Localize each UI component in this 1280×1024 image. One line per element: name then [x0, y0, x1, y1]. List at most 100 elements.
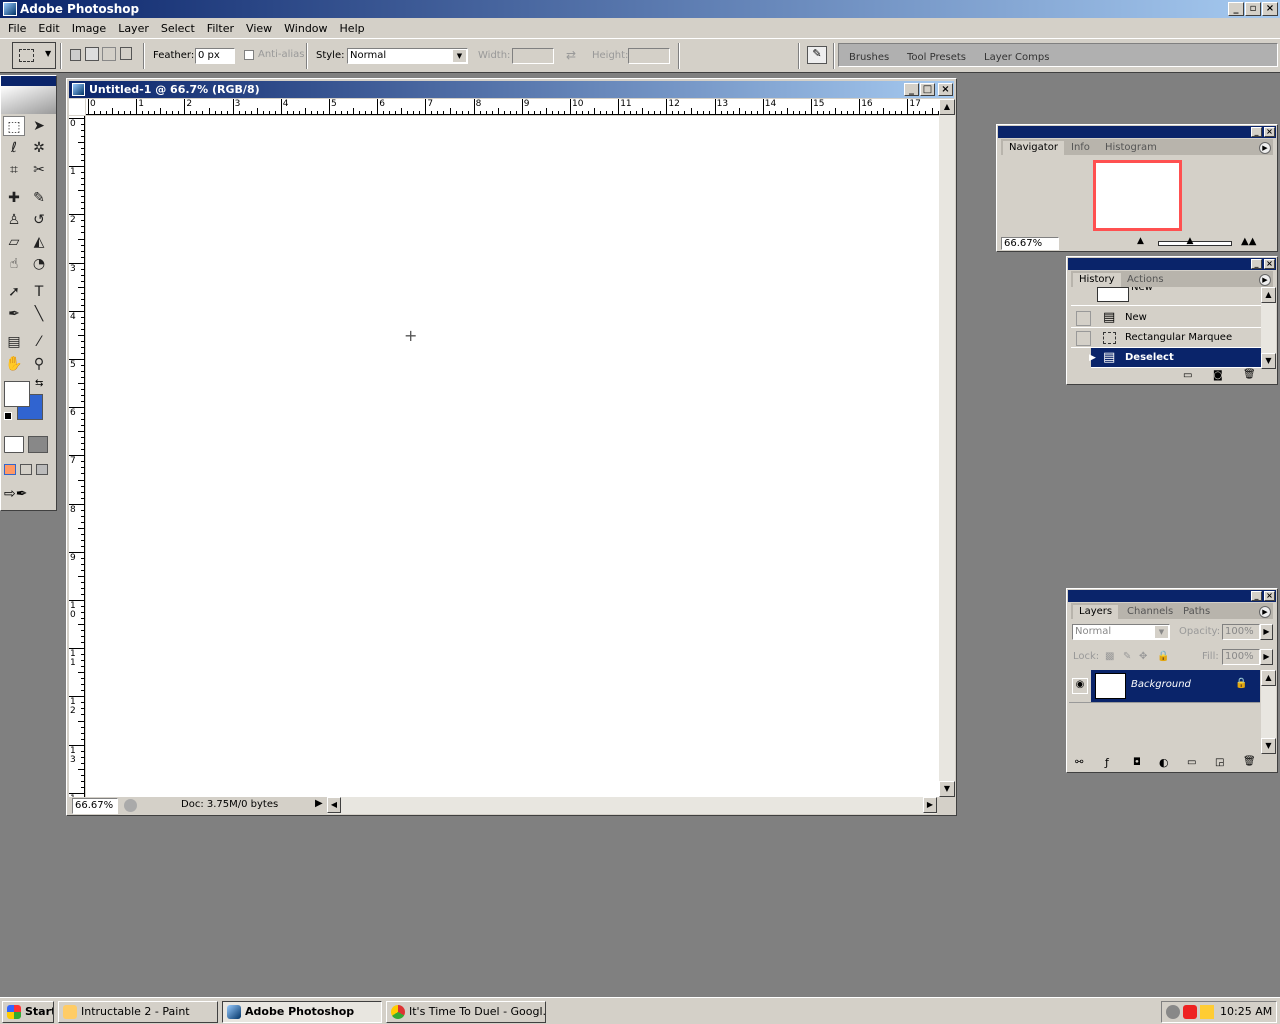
- hand-tool-icon[interactable]: ✋: [3, 354, 25, 374]
- intersect-selection-icon[interactable]: [120, 47, 132, 60]
- foreground-color-swatch[interactable]: [4, 381, 30, 407]
- doc-close-button[interactable]: ×: [938, 83, 953, 96]
- menu-view[interactable]: View: [240, 22, 278, 35]
- new-document-from-state-icon[interactable]: ▭: [1183, 370, 1192, 381]
- vertical-scrollbar[interactable]: ▲ ▼: [939, 99, 955, 797]
- tab-history[interactable]: History: [1073, 273, 1121, 287]
- panel-close-button[interactable]: ×: [1264, 127, 1275, 137]
- opacity-input[interactable]: 100%: [1222, 624, 1260, 640]
- tray-antivirus-icon[interactable]: [1183, 1005, 1197, 1019]
- zoom-tool-icon[interactable]: ⚲: [28, 354, 50, 374]
- clock[interactable]: 10:25 AM: [1220, 1005, 1272, 1018]
- scroll-up-button[interactable]: ▲: [939, 99, 955, 115]
- menu-layer[interactable]: Layer: [112, 22, 155, 35]
- restore-button[interactable]: ▫: [1245, 2, 1261, 16]
- ruler-origin[interactable]: [69, 99, 85, 115]
- zoom-slider-thumb[interactable]: ▲: [1187, 236, 1194, 246]
- vertical-ruler[interactable]: 01234567891011121314: [69, 116, 85, 797]
- scroll-down-button[interactable]: ▼: [1261, 353, 1276, 369]
- taskbar-item[interactable]: Intructable 2 - Paint: [58, 1001, 218, 1023]
- default-colors-icon[interactable]: [4, 412, 12, 420]
- new-layer-icon[interactable]: ◲: [1215, 757, 1224, 768]
- tray-network-icon[interactable]: [1166, 1005, 1180, 1019]
- well-tab-brushes[interactable]: Brushes: [849, 52, 889, 63]
- height-input[interactable]: [628, 48, 670, 64]
- panel-close-button[interactable]: ×: [1264, 591, 1275, 601]
- full-screen-menu-icon[interactable]: [20, 464, 32, 475]
- swap-colors-icon[interactable]: ⇆: [35, 378, 43, 389]
- scroll-up-button[interactable]: ▲: [1261, 287, 1276, 303]
- swap-icon[interactable]: ⇄: [566, 47, 576, 63]
- lock-position-icon[interactable]: ✥: [1139, 649, 1147, 665]
- add-selection-icon[interactable]: [85, 47, 99, 61]
- brush-tool-icon[interactable]: ✎: [28, 188, 50, 208]
- opacity-slider-button[interactable]: ▶: [1260, 624, 1273, 640]
- standard-mode-icon[interactable]: [4, 436, 24, 453]
- standard-screen-icon[interactable]: [4, 464, 16, 475]
- doc-minimize-button[interactable]: _: [904, 83, 919, 96]
- history-snapshot[interactable]: New: [1071, 287, 1261, 306]
- style-select[interactable]: Normal ▼: [347, 48, 468, 64]
- file-browser-icon[interactable]: ✎: [807, 46, 827, 64]
- lock-transparent-icon[interactable]: ▩: [1105, 649, 1114, 665]
- tab-actions[interactable]: Actions: [1121, 273, 1170, 287]
- healing-brush-tool-icon[interactable]: ✚: [3, 188, 25, 208]
- menu-file[interactable]: File: [2, 22, 32, 35]
- panel-close-button[interactable]: ×: [1264, 259, 1275, 269]
- fill-input[interactable]: 100%: [1222, 649, 1260, 665]
- new-snapshot-icon[interactable]: ◙: [1213, 370, 1223, 381]
- start-button[interactable]: Start: [2, 1001, 54, 1023]
- tab-info[interactable]: Info: [1065, 141, 1096, 155]
- feather-logo-icon[interactable]: [1, 86, 56, 114]
- link-layers-icon[interactable]: ⚯: [1075, 757, 1083, 768]
- well-tab-tool-presets[interactable]: Tool Presets: [907, 52, 966, 63]
- panel-minimize-button[interactable]: _: [1251, 591, 1262, 601]
- horizontal-ruler[interactable]: 0 1 2 3 4 5 6 7 8 9 10 11 12 13 14 15 16 17: [86, 99, 939, 115]
- tab-navigator[interactable]: Navigator: [1003, 141, 1064, 155]
- rectangular-marquee-tool-icon[interactable]: ⬚: [3, 116, 25, 136]
- tab-paths[interactable]: Paths: [1177, 605, 1216, 619]
- tool-preset-picker[interactable]: ▼: [12, 42, 56, 69]
- panel-minimize-button[interactable]: _: [1251, 259, 1262, 269]
- navigator-view-box[interactable]: [1093, 160, 1182, 231]
- scroll-down-button[interactable]: ▼: [939, 781, 955, 797]
- menu-window[interactable]: Window: [278, 22, 333, 35]
- new-group-icon[interactable]: ▭: [1187, 757, 1196, 768]
- feather-input[interactable]: 0 px: [195, 48, 235, 64]
- antialias-checkbox[interactable]: [244, 50, 254, 60]
- slice-tool-icon[interactable]: ✂: [28, 160, 50, 180]
- lock-image-icon[interactable]: ✎: [1123, 649, 1131, 665]
- notes-tool-icon[interactable]: ▤: [3, 332, 25, 352]
- minimize-button[interactable]: _: [1228, 2, 1244, 16]
- menu-help[interactable]: Help: [334, 22, 371, 35]
- menu-image[interactable]: Image: [66, 22, 112, 35]
- well-tab-layer-comps[interactable]: Layer Comps: [984, 52, 1049, 63]
- scroll-left-button[interactable]: ◀: [327, 797, 341, 813]
- trash-icon[interactable]: 🗑: [1243, 369, 1256, 380]
- paint-bucket-tool-icon[interactable]: ◭: [28, 232, 50, 252]
- zoom-out-icon[interactable]: ▲: [1137, 236, 1144, 246]
- layer-mask-icon[interactable]: ◘: [1133, 757, 1141, 768]
- panel-menu-icon[interactable]: ▶: [1259, 274, 1271, 286]
- history-brush-tool-icon[interactable]: ↺: [28, 210, 50, 230]
- fill-slider-button[interactable]: ▶: [1260, 649, 1273, 665]
- history-item[interactable]: ▤ New: [1071, 308, 1261, 328]
- lock-all-icon[interactable]: 🔒: [1157, 649, 1169, 665]
- line-tool-icon[interactable]: ╲: [28, 304, 50, 324]
- quick-mask-icon[interactable]: [28, 436, 48, 453]
- trash-icon[interactable]: 🗑: [1243, 756, 1256, 767]
- pen-tool-icon[interactable]: ✒: [3, 304, 25, 324]
- eyedropper-tool-icon[interactable]: ⁄: [28, 332, 50, 352]
- panel-menu-icon[interactable]: ▶: [1259, 142, 1271, 154]
- blend-mode-select[interactable]: Normal ▼: [1072, 624, 1170, 640]
- panel-menu-icon[interactable]: ▶: [1259, 606, 1271, 618]
- panel-minimize-button[interactable]: _: [1251, 127, 1262, 137]
- tab-channels[interactable]: Channels: [1121, 605, 1179, 619]
- smudge-tool-icon[interactable]: ☝: [3, 254, 25, 274]
- status-menu-arrow-icon[interactable]: ▶: [315, 798, 323, 809]
- doc-maximize-button[interactable]: □: [920, 83, 935, 96]
- navigator-zoom-field[interactable]: 66.67%: [1001, 237, 1059, 250]
- crop-tool-icon[interactable]: ⌗: [3, 160, 25, 180]
- clone-stamp-tool-icon[interactable]: ♙: [3, 210, 25, 230]
- width-input[interactable]: [512, 48, 554, 64]
